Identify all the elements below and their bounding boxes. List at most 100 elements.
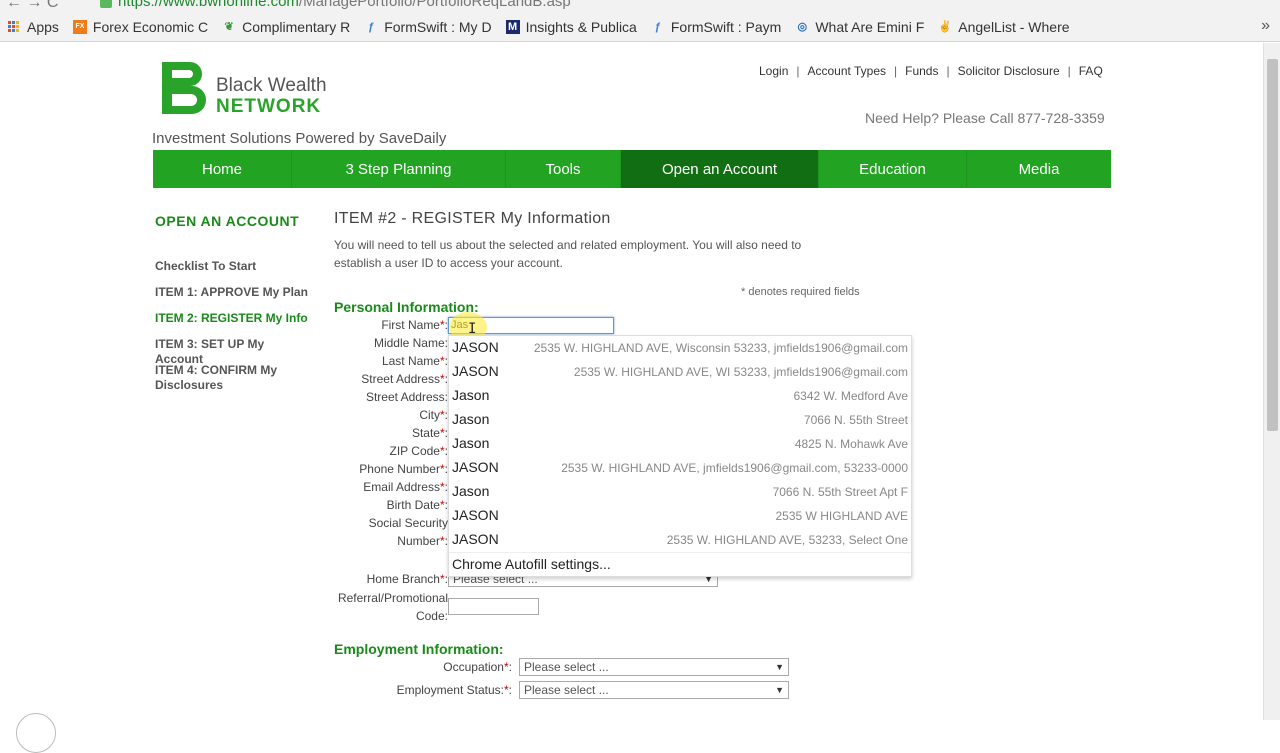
- label-text: ZIP Code: [389, 444, 440, 458]
- suggestion-detail: 2535 W HIGHLAND AVE: [775, 509, 909, 523]
- sidebar-item-confirm[interactable]: ITEM 4: CONFIRM My Disclosures: [155, 363, 285, 393]
- formswift-icon: ƒ: [368, 20, 375, 33]
- autofill-suggestion[interactable]: Jason 4825 N. Mohawk Ave: [449, 432, 911, 456]
- url-host: https://www.bwnonline.com: [118, 0, 299, 10]
- hand-icon: ✌: [938, 21, 953, 33]
- bookmark-formswift-2[interactable]: ƒ FormSwift : Paym: [651, 18, 782, 35]
- scrollbar-thumb[interactable]: [1267, 59, 1278, 431]
- site-logo[interactable]: Black Wealth NETWORK: [162, 62, 327, 118]
- leaf-icon: ❦: [224, 21, 234, 33]
- street-address-1-label: Street Address*:: [361, 372, 448, 386]
- ssn-label-line2: Number*:: [397, 534, 448, 548]
- suggestion-name: JASON: [452, 363, 499, 379]
- suggestion-detail: 7066 N. 55th Street Apt F: [772, 485, 908, 499]
- label-text: City: [419, 408, 440, 422]
- nav-tools[interactable]: Tools: [506, 150, 621, 188]
- m-logo-icon: M: [505, 19, 520, 34]
- login-link[interactable]: Login: [751, 64, 796, 78]
- suggestion-detail: 4825 N. Mohawk Ave: [794, 437, 908, 451]
- autofill-settings-label: Chrome Autofill settings...: [452, 556, 611, 572]
- autofill-settings-link[interactable]: Chrome Autofill settings...: [449, 552, 911, 577]
- referral-label-line2: Code:: [415, 609, 448, 623]
- label-text: Home Branch: [366, 572, 440, 586]
- bookmark-emini[interactable]: ◎ What Are Emini F: [795, 18, 925, 35]
- main-nav: Home 3 Step Planning Tools Open an Accou…: [153, 150, 1111, 188]
- sidebar-title: OPEN AN ACCOUNT: [155, 213, 300, 229]
- occupation-label: Occupation*:: [443, 660, 512, 674]
- bookmark-formswift-1[interactable]: ƒ FormSwift : My D: [364, 19, 491, 35]
- select-value: Please select ...: [524, 660, 609, 674]
- label-colon: :: [508, 683, 512, 697]
- bookmark-label: Complimentary R: [242, 18, 351, 35]
- bookmark-label: What Are Emini F: [815, 18, 925, 35]
- bookmarks-overflow-icon[interactable]: »: [1261, 17, 1270, 35]
- solicitor-disclosure-link[interactable]: Solicitor Disclosure: [950, 64, 1068, 78]
- required-note: * denotes required fields: [741, 286, 860, 298]
- employment-status-select[interactable]: Please select ... ▼: [519, 681, 789, 699]
- nav-media[interactable]: Media: [967, 150, 1111, 188]
- suggestion-name: Jason: [452, 435, 490, 451]
- sidebar-item-approve[interactable]: ITEM 1: APPROVE My Plan: [155, 285, 315, 300]
- referral-label-line1: Referral/Promotional: [337, 591, 448, 605]
- back-forward-reload-icons[interactable]: ← → C: [6, 0, 58, 12]
- label-colon: :: [508, 660, 512, 674]
- autofill-suggestion[interactable]: Jason 6342 W. Medford Ave: [449, 384, 911, 408]
- suggestion-detail: 2535 W. HIGHLAND AVE, Wisconsin 53233, j…: [533, 341, 908, 355]
- autofill-suggestion[interactable]: JASON 2535 W. HIGHLAND AVE, Wisconsin 532…: [449, 336, 911, 360]
- suggestion-name: JASON: [452, 507, 499, 523]
- bookmark-angellist[interactable]: ✌ AngelList - Where: [938, 19, 1069, 35]
- url-text[interactable]: https://www.bwnonline.com/ManagePortfoli…: [118, 0, 571, 10]
- bookmark-complimentary[interactable]: ❦ Complimentary R: [222, 19, 350, 35]
- account-types-link[interactable]: Account Types: [800, 64, 895, 78]
- label-text: Middle Name: [373, 336, 445, 350]
- autofill-suggestion[interactable]: Jason 7066 N. 55th Street: [449, 408, 911, 432]
- nav-3-step-planning[interactable]: 3 Step Planning: [292, 150, 506, 188]
- nav-home[interactable]: Home: [153, 150, 292, 188]
- logo-line2: NETWORK: [216, 96, 322, 117]
- home-branch-label: Home Branch*:: [367, 572, 448, 586]
- dropdown-arrow-icon: ▼: [775, 662, 784, 672]
- suggestion-detail: 2535 W. HIGHLAND AVE, jmfields1906@gmail…: [561, 461, 908, 475]
- select-value: Please select ...: [524, 683, 609, 697]
- birth-date-label: Birth Date*:: [387, 498, 448, 512]
- autofill-suggestion[interactable]: JASON 2535 W. HIGHLAND AVE, 53233, Select…: [449, 528, 911, 552]
- label-text: Birth Date: [386, 498, 440, 512]
- sidebar-item-register[interactable]: ITEM 2: REGISTER My Info: [155, 311, 315, 326]
- autofill-suggestion[interactable]: Jason 7066 N. 55th Street Apt F: [449, 480, 911, 504]
- label-text: Occupation: [443, 660, 504, 674]
- browser-address-bar[interactable]: ← → C https://www.bwnonline.com/ManagePo…: [0, 0, 1280, 12]
- intro-text: You will need to tell us about the selec…: [334, 238, 802, 270]
- personal-info-title: Personal Information:: [334, 299, 479, 315]
- bookmark-forex[interactable]: FX Forex Economic C: [72, 19, 208, 35]
- autofill-suggestion[interactable]: JASON 2535 W. HIGHLAND AVE, jmfields1906@…: [449, 456, 911, 480]
- bookmark-label: FormSwift : Paym: [670, 18, 782, 35]
- referral-code-input[interactable]: [448, 598, 539, 615]
- nav-education[interactable]: Education: [819, 150, 967, 188]
- forex-icon: FX: [72, 19, 87, 34]
- page-title: ITEM #2 - REGISTER My Information: [334, 210, 611, 227]
- bookmark-apps[interactable]: Apps: [8, 19, 59, 35]
- funds-link[interactable]: Funds: [897, 64, 946, 78]
- label-text: First Name: [381, 318, 440, 332]
- logo-line1: Black Wealth: [216, 75, 327, 96]
- bookmark-insights[interactable]: M Insights & Publica: [505, 19, 637, 35]
- autofill-suggestion[interactable]: JASON 2535 W. HIGHLAND AVE, WI 53233, jmf…: [449, 360, 911, 384]
- suggestion-name: JASON: [452, 339, 499, 355]
- faq-link[interactable]: FAQ: [1071, 64, 1111, 78]
- secure-lock-icon: [100, 0, 112, 8]
- phone-number-label: Phone Number*:: [359, 462, 448, 476]
- sidebar-item-checklist[interactable]: Checklist To Start: [155, 259, 315, 274]
- autofill-suggestion[interactable]: JASON 2535 W HIGHLAND AVE: [449, 504, 911, 528]
- label-text: Email Address: [363, 480, 440, 494]
- zip-code-label: ZIP Code*:: [390, 444, 449, 458]
- label-text: Phone Number: [359, 462, 440, 476]
- page-scrollbar[interactable]: [1263, 43, 1280, 720]
- autofill-dropdown: JASON 2535 W. HIGHLAND AVE, Wisconsin 532…: [448, 335, 912, 577]
- suggestion-name: Jason: [452, 483, 490, 499]
- suggestion-detail: 7066 N. 55th Street: [803, 413, 908, 427]
- apps-grid-icon: [8, 21, 21, 32]
- employment-status-label: Employment Status:*:: [397, 683, 512, 697]
- swirl-icon: ◎: [797, 21, 808, 33]
- occupation-select[interactable]: Please select ... ▼: [519, 658, 789, 676]
- nav-open-an-account[interactable]: Open an Account: [621, 150, 819, 188]
